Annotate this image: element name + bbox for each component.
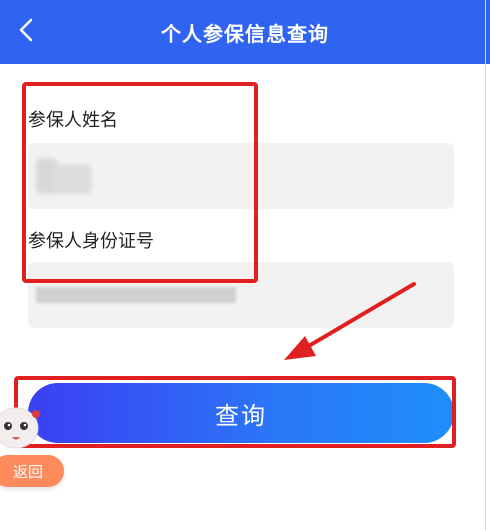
mascot-icon[interactable] (0, 404, 48, 456)
annotation-highlight-box (14, 376, 456, 448)
return-button[interactable]: 返回 (0, 455, 64, 487)
annotation-arrow (284, 282, 416, 360)
page: 个人参保信息查询 参保人姓名 参保人身份证号 查询 返回 (0, 0, 490, 530)
